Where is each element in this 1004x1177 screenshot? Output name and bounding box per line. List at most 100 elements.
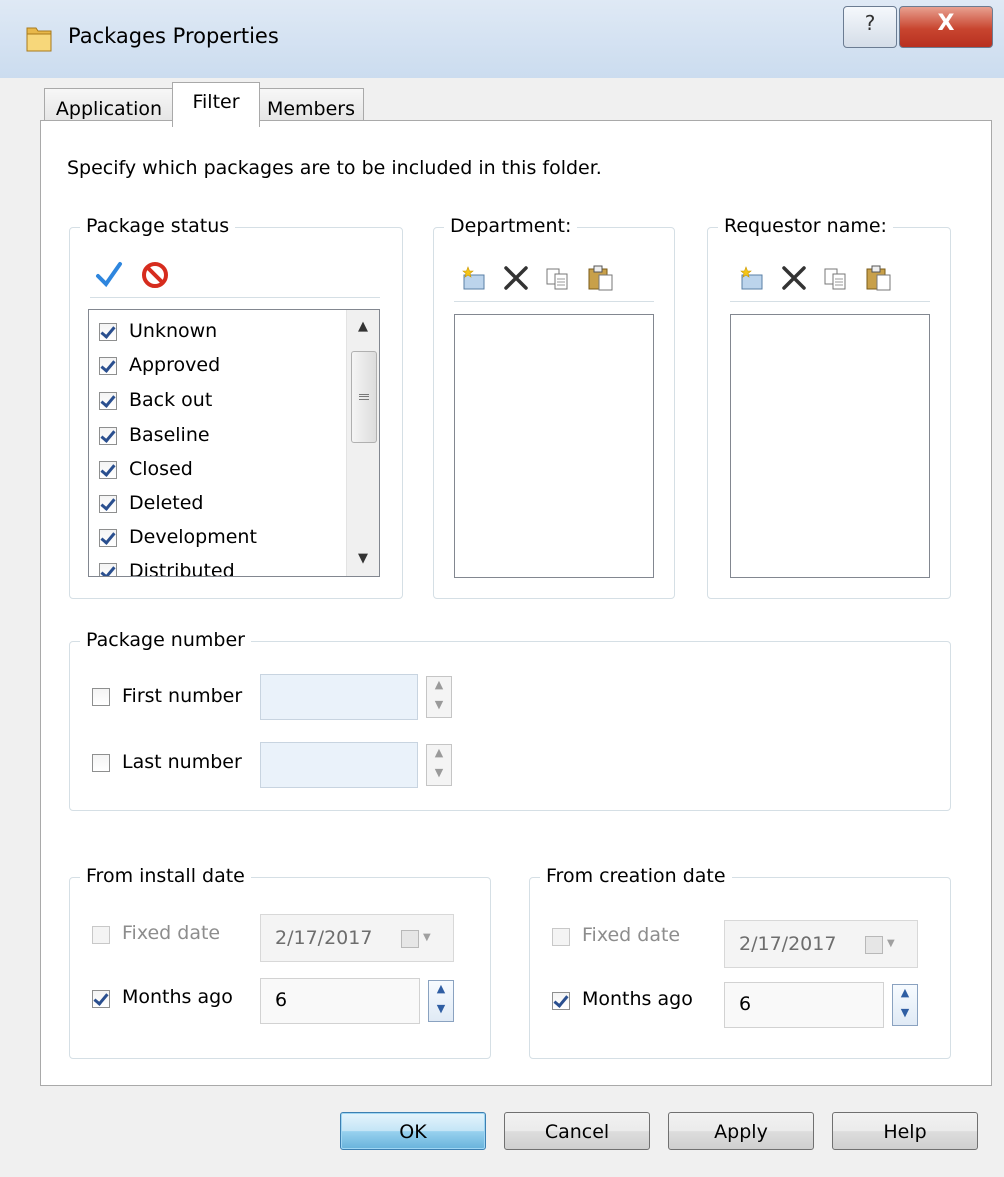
scroll-up-icon[interactable]: ▲ [347,312,379,342]
question-icon: ? [864,11,876,35]
first-number-label: First number [122,685,243,707]
title-bar[interactable]: Packages Properties ? X [0,0,1004,78]
check-all-icon[interactable] [94,260,124,290]
creation-months-spinner[interactable]: ▲ ▼ [892,984,918,1026]
requestor-group: Requestor name: [707,215,951,599]
chevron-down-icon: ▼ [423,932,431,943]
vertical-scrollbar[interactable]: ▲ ▼ [346,310,379,576]
toolbar-separator [730,301,930,302]
copy-icon[interactable] [544,266,572,292]
scroll-thumb[interactable] [351,351,377,443]
instruction-text: Specify which packages are to be include… [67,157,602,179]
department-list[interactable] [454,314,654,578]
install-fixed-date-value: 2/17/2017 [275,927,373,949]
package-status-list[interactable]: Unknown Approved Back out Baseline Close… [88,309,380,577]
creation-months-ago-checkbox[interactable] [552,992,570,1010]
status-label: Deleted [129,492,204,514]
install-months-ago-checkbox[interactable] [92,990,110,1008]
status-checkbox[interactable] [99,563,117,576]
spin-up-icon[interactable]: ▲ [429,982,453,995]
apply-button[interactable]: Apply [668,1112,814,1150]
spin-up-icon[interactable]: ▲ [893,986,917,999]
group-title: Requestor name: [718,215,893,237]
grip-icon [359,394,369,400]
delete-icon[interactable] [502,264,530,292]
creation-fixed-date-picker[interactable]: 2/17/2017 ▼ [724,920,918,968]
status-label: Approved [129,354,221,376]
install-months-ago-label: Months ago [122,986,233,1008]
install-months-ago-value: 6 [275,989,288,1011]
last-number-checkbox[interactable] [92,754,110,772]
filter-tab-panel: Specify which packages are to be include… [40,120,992,1086]
toolbar-separator [454,301,654,302]
install-months-spinner[interactable]: ▲ ▼ [428,980,454,1022]
creation-fixed-date-checkbox[interactable] [552,928,570,946]
status-checkbox[interactable] [99,529,117,547]
calendar-icon [401,930,419,948]
tab-label: Members [266,98,356,120]
help-title-button[interactable]: ? [843,6,897,48]
install-date-group: From install date Fixed date 2/17/2017 ▼… [69,865,491,1059]
new-icon[interactable] [460,266,488,292]
paste-icon[interactable] [586,264,616,292]
creation-fixed-date-value: 2/17/2017 [739,933,837,955]
spin-down-icon[interactable]: ▼ [429,1002,453,1015]
creation-fixed-date-label: Fixed date [582,924,681,946]
properties-dialog: Packages Properties ? X Application Filt… [0,0,1004,1177]
install-fixed-date-label: Fixed date [122,922,221,944]
creation-months-ago-input[interactable]: 6 [724,982,884,1028]
first-number-checkbox[interactable] [92,688,110,706]
status-checkbox[interactable] [99,461,117,479]
ok-button[interactable]: OK [340,1112,486,1150]
tab-label: Application [55,98,163,120]
creation-date-group: From creation date Fixed date 2/17/2017 … [529,865,951,1059]
spin-down-icon[interactable]: ▼ [427,698,451,711]
new-icon[interactable] [738,266,766,292]
status-label: Distributed [129,560,235,577]
install-fixed-date-picker[interactable]: 2/17/2017 ▼ [260,914,454,962]
last-number-spinner[interactable]: ▲ ▼ [426,744,452,786]
last-number-input[interactable] [260,742,418,788]
copy-icon[interactable] [822,266,850,292]
group-title: Package status [80,215,236,237]
button-label: Help [883,1121,927,1143]
first-number-input[interactable] [260,674,418,720]
scroll-down-icon[interactable]: ▼ [347,544,379,574]
install-months-ago-input[interactable]: 6 [260,978,420,1024]
uncheck-all-icon[interactable] [140,260,170,290]
status-checkbox[interactable] [99,357,117,375]
status-label: Back out [129,389,213,411]
spin-down-icon[interactable]: ▼ [427,766,451,779]
first-number-spinner[interactable]: ▲ ▼ [426,676,452,718]
last-number-label: Last number [122,751,242,773]
chevron-down-icon: ▼ [887,938,895,949]
spin-down-icon[interactable]: ▼ [893,1006,917,1019]
requestor-list[interactable] [730,314,930,578]
close-button[interactable]: X [899,6,993,48]
group-title: From creation date [540,865,732,887]
creation-months-ago-label: Months ago [582,988,693,1010]
paste-icon[interactable] [864,264,894,292]
status-checkbox[interactable] [99,323,117,341]
status-checkbox[interactable] [99,495,117,513]
group-title: Package number [80,629,251,651]
spin-up-icon[interactable]: ▲ [427,678,451,691]
status-checkbox[interactable] [99,392,117,410]
close-icon: X [937,11,955,36]
toolbar-separator [90,297,380,298]
status-checkbox[interactable] [99,427,117,445]
spin-up-icon[interactable]: ▲ [427,746,451,759]
cancel-button[interactable]: Cancel [504,1112,650,1150]
delete-icon[interactable] [780,264,808,292]
status-label: Development [129,526,257,548]
install-fixed-date-checkbox[interactable] [92,926,110,944]
status-label: Closed [129,458,193,480]
tab-filter[interactable]: Filter [172,82,260,127]
button-label: Cancel [544,1121,610,1143]
window-title: Packages Properties [68,24,279,48]
status-label: Unknown [129,320,218,342]
help-button[interactable]: Help [832,1112,978,1150]
folder-icon [26,27,52,52]
tab-label: Filter [192,91,240,113]
calendar-icon [865,936,883,954]
